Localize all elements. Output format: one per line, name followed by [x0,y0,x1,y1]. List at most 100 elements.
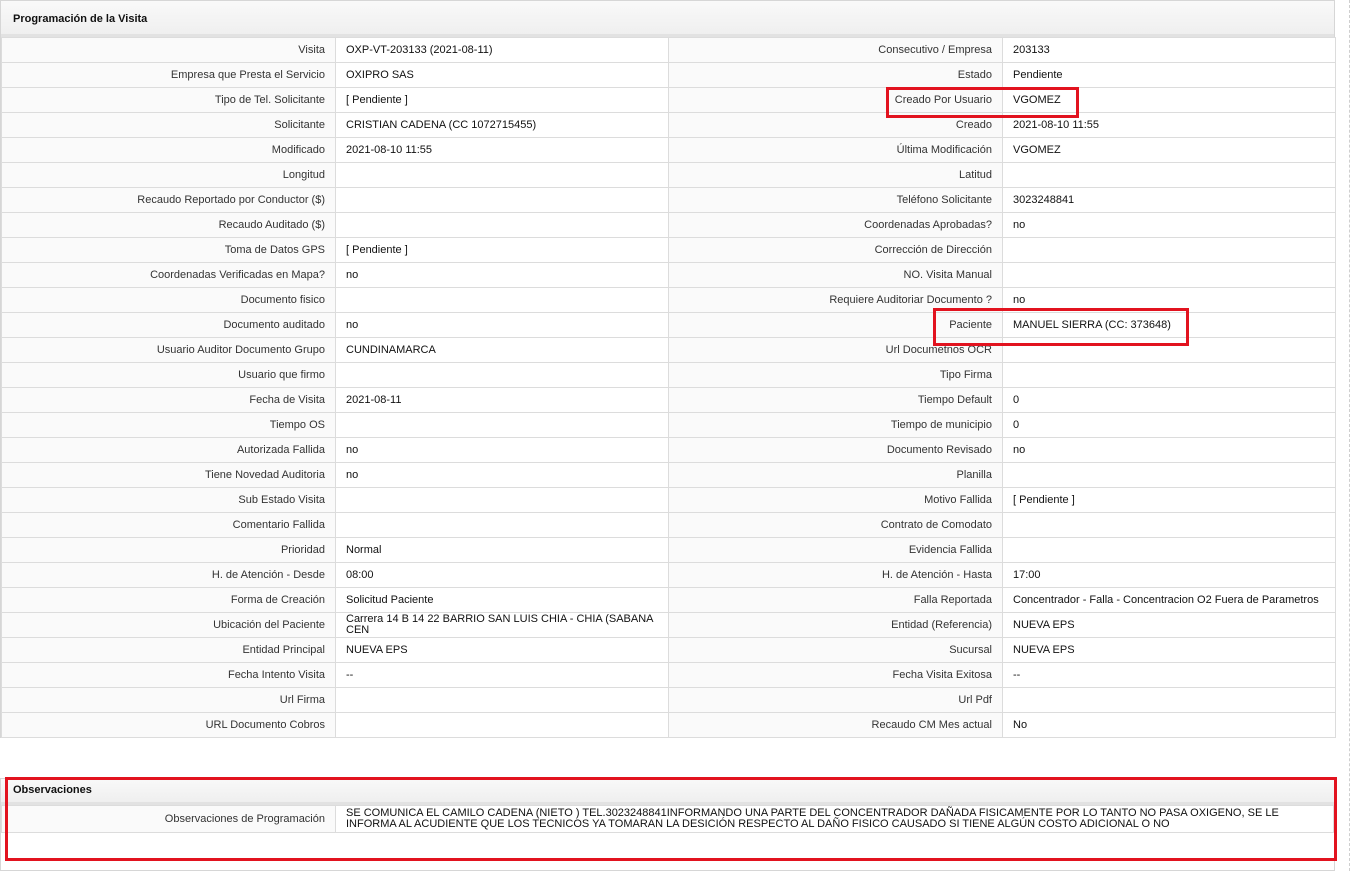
field-label: Creado Por Usuario [668,87,1003,113]
field-value: [ Pendiente ] [335,87,669,113]
field-label: Recaudo CM Mes actual [668,712,1003,738]
field-label: Coordenadas Verificadas en Mapa? [1,262,336,288]
field-label: Tipo Firma [668,362,1003,388]
field-label: Recaudo Reportado por Conductor ($) [1,187,336,213]
field-label: Evidencia Fallida [668,537,1003,563]
field-value: Solicitud Paciente [335,587,669,613]
field-label: Tipo de Tel. Solicitante [1,87,336,113]
field-value: no [335,262,669,288]
table-row: Tiene Novedad Auditoria no Planilla [1,462,1336,488]
table-row: Usuario que firmo Tipo Firma [1,362,1336,388]
field-label: Empresa que Presta el Servicio [1,62,336,88]
table-row: Documento fisico Requiere Auditoriar Docu… [1,287,1336,313]
field-label: Planilla [668,462,1003,488]
field-value: no [1002,437,1336,463]
field-value: [ Pendiente ] [335,237,669,263]
field-label: Corrección de Dirección [668,237,1003,263]
field-value: -- [1002,662,1336,688]
field-label: NO. Visita Manual [668,262,1003,288]
table-row: Url Firma Url Pdf [1,687,1336,713]
field-value: VGOMEZ [1002,87,1336,113]
table-row: H. de Atención - Desde 08:00 H. de Atenció… [1,562,1336,588]
programacion-visita-panel: Programación de la Visita Visita OXP-VT-2… [0,0,1336,738]
field-value [1002,537,1336,563]
field-label: URL Documento Cobros [1,712,336,738]
observaciones-title: Observaciones [1,779,1334,805]
field-value: 2021-08-10 11:55 [1002,112,1336,138]
field-value [335,212,669,238]
field-label: Sucursal [668,637,1003,663]
field-value: [ Pendiente ] [1002,487,1336,513]
field-value [335,487,669,513]
field-label: Entidad (Referencia) [668,612,1003,638]
scroll-edge [1349,0,1350,871]
table-row: Recaudo Reportado por Conductor ($) Teléf… [1,187,1336,213]
field-value [335,412,669,438]
field-value: -- [335,662,669,688]
field-value: 17:00 [1002,562,1336,588]
field-label: Fecha Visita Exitosa [668,662,1003,688]
field-value [335,362,669,388]
table-row: Longitud Latitud [1,162,1336,188]
field-label: Tiempo OS [1,412,336,438]
field-value: NUEVA EPS [1002,637,1336,663]
field-value [1002,237,1336,263]
field-label: Última Modificación [668,137,1003,163]
field-label: Autorizada Fallida [1,437,336,463]
field-value [335,512,669,538]
table-row: Toma de Datos GPS[ Pendiente ] Corrección… [1,237,1336,263]
table-row: Fecha Intento Visita -- Fecha Visita Exit… [1,662,1336,688]
field-label: Url Firma [1,687,336,713]
field-value: 0 [1002,412,1336,438]
field-value: 3023248841 [1002,187,1336,213]
visit-details-table: Visita OXP-VT-203133 (2021-08-11) Consecut… [1,37,1336,738]
field-label: Longitud [1,162,336,188]
field-value: 203133 [1002,37,1336,63]
field-label: Teléfono Solicitante [668,187,1003,213]
table-row: Empresa que Presta el Servicio OXIPRO SAS… [1,62,1336,88]
table-row: Observaciones de Programación SE COMUNIC… [1,805,1334,833]
field-label: Sub Estado Visita [1,487,336,513]
field-value: OXP-VT-203133 (2021-08-11) [335,37,669,63]
table-row: Sub Estado Visita Motivo Fallida[ Pendien… [1,487,1336,513]
observaciones-table: Observaciones de Programación SE COMUNIC… [1,805,1334,833]
field-label: Falla Reportada [668,587,1003,613]
field-value: no [335,437,669,463]
field-value: no [1002,287,1336,313]
field-label: Fecha de Visita [1,387,336,413]
field-value: MANUEL SIERRA (CC: 373648) [1002,312,1336,338]
field-label: H. de Atención - Desde [1,562,336,588]
field-value: NUEVA EPS [1002,612,1336,638]
field-value [1002,687,1336,713]
observaciones-empty-area [1,833,1334,867]
field-label: Fecha Intento Visita [1,662,336,688]
table-row: Fecha de Visita 2021-08-11 Tiempo Default… [1,387,1336,413]
table-row: Documento auditado no Paciente MANUEL SIER… [1,312,1336,338]
table-row: URL Documento Cobros Recaudo CM Mes actua… [1,712,1336,738]
field-label: Tiempo Default [668,387,1003,413]
table-row: Forma de Creación Solicitud Paciente Falla… [1,587,1336,613]
field-value: CUNDINAMARCA [335,337,669,363]
field-label: Url Pdf [668,687,1003,713]
field-value: No [1002,712,1336,738]
field-label: H. de Atención - Hasta [668,562,1003,588]
table-row: Tiempo OS Tiempo de municipio 0 [1,412,1336,438]
field-label: Prioridad [1,537,336,563]
table-row: Entidad Principal NUEVA EPS Sucursal NUEVA … [1,637,1336,663]
field-value: NUEVA EPS [335,637,669,663]
field-label: Creado [668,112,1003,138]
field-label: Url Documetnos OCR [668,337,1003,363]
field-value: CRISTIAN CADENA (CC 1072715455) [335,112,669,138]
field-value: Carrera 14 B 14 22 BARRIO SAN LUIS CHIA … [335,612,669,638]
field-label: Motivo Fallida [668,487,1003,513]
table-row: Modificado 2021-08-10 11:55 Última Modific… [1,137,1336,163]
field-label: Entidad Principal [1,637,336,663]
table-row: Tipo de Tel. Solicitante[ Pendiente ] Cre… [1,87,1336,113]
field-label: Usuario que firmo [1,362,336,388]
field-label: Documento fisico [1,287,336,313]
field-label: Solicitante [1,112,336,138]
field-label: Tiempo de municipio [668,412,1003,438]
observaciones-panel: Observaciones Observaciones de Programac… [0,778,1335,871]
field-label: Toma de Datos GPS [1,237,336,263]
field-value: no [335,312,669,338]
